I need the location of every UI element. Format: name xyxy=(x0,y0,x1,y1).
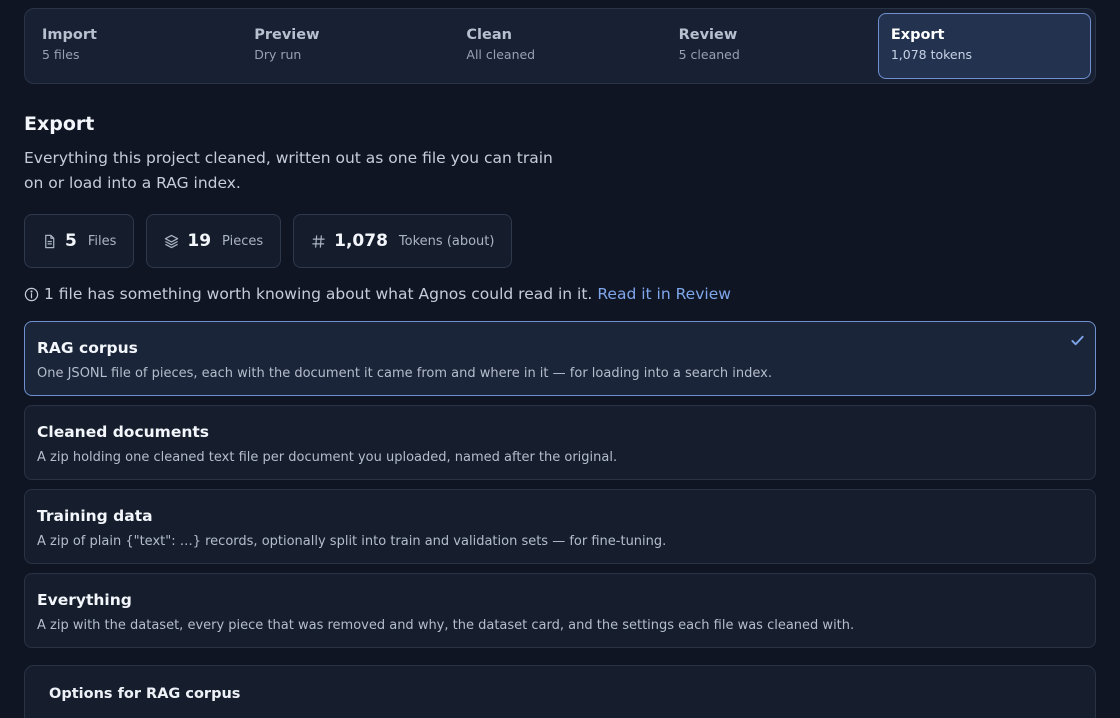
step-subtitle: Dry run xyxy=(254,47,302,62)
read-in-review-link[interactable]: Read it in Review xyxy=(597,285,731,303)
step-subtitle: 5 files xyxy=(42,47,80,62)
step-title: Export xyxy=(890,27,945,43)
format-title: Training data xyxy=(37,507,153,525)
check-icon xyxy=(1071,335,1084,346)
page-title: Export xyxy=(24,113,95,135)
format-options: RAG corpus One JSONL file of pieces, eac… xyxy=(24,321,1096,648)
format-card-everything[interactable]: Everything A zip with the dataset, every… xyxy=(24,573,1096,648)
stat-value: 19 xyxy=(187,231,212,251)
step-import[interactable]: Import 5 files xyxy=(29,13,241,79)
layers-icon xyxy=(165,234,179,248)
format-description: A zip with the dataset, every piece that… xyxy=(37,618,855,633)
file-icon xyxy=(45,234,55,248)
step-title: Import xyxy=(42,27,97,43)
format-description: A zip holding one cleaned text file per … xyxy=(37,450,618,465)
stat-label: Tokens (about) xyxy=(398,233,495,249)
review-notice: 1 file has something worth knowing about… xyxy=(24,285,1096,303)
stat-label: Pieces xyxy=(222,233,264,249)
format-description: One JSONL file of pieces, each with the … xyxy=(37,366,772,381)
step-review[interactable]: Review 5 cleaned xyxy=(666,13,878,79)
step-title: Review xyxy=(678,27,738,43)
stat-files: 5 Files xyxy=(24,214,135,268)
stat-value: 1,078 xyxy=(334,231,388,251)
stat-label: Files xyxy=(87,233,117,249)
stat-tokens: 1,078 Tokens (about) xyxy=(293,214,513,268)
format-card-cleaned-documents[interactable]: Cleaned documents A zip holding one clea… xyxy=(24,405,1096,480)
format-description: A zip of plain {"text": …} records, opti… xyxy=(37,534,667,549)
step-title: Preview xyxy=(254,27,320,43)
options-title: Options for RAG corpus xyxy=(49,686,241,702)
step-subtitle: 1,078 tokens xyxy=(890,47,973,62)
workflow-stepper: Import 5 files Preview Dry run Clean All… xyxy=(24,8,1096,84)
stat-value: 5 xyxy=(65,231,77,251)
export-page: Import 5 files Preview Dry run Clean All… xyxy=(0,0,1120,718)
stat-pieces: 19 Pieces xyxy=(146,214,282,268)
format-title: RAG corpus xyxy=(37,339,138,357)
notice-text: 1 file has something worth knowing about… xyxy=(44,285,593,303)
step-subtitle: 5 cleaned xyxy=(678,47,740,62)
step-export[interactable]: Export 1,078 tokens xyxy=(877,13,1092,79)
step-clean[interactable]: Clean All cleaned xyxy=(453,13,665,79)
step-preview[interactable]: Preview Dry run xyxy=(241,13,453,79)
options-panel: Options for RAG corpus xyxy=(24,665,1096,718)
stats-row: 5 Files 19 Pieces 1,078 Tokens (about) xyxy=(24,214,1096,268)
page-description: Everything this project cleaned, written… xyxy=(24,149,553,192)
format-card-training-data[interactable]: Training data A zip of plain {"text": …}… xyxy=(24,489,1096,564)
step-title: Clean xyxy=(466,27,512,43)
step-subtitle: All cleaned xyxy=(466,47,536,62)
format-title: Everything xyxy=(37,591,132,609)
hash-icon xyxy=(312,234,325,248)
format-title: Cleaned documents xyxy=(37,423,209,441)
format-card-rag-corpus[interactable]: RAG corpus One JSONL file of pieces, eac… xyxy=(24,321,1096,396)
info-icon xyxy=(24,287,39,301)
